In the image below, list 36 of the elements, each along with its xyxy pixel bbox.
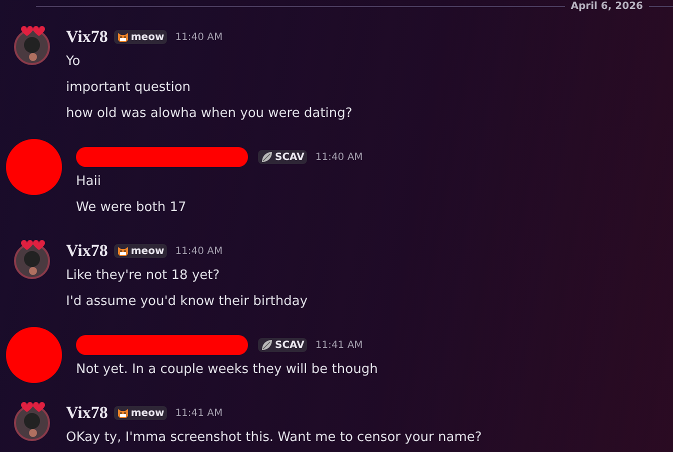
- avatar-icon[interactable]: [12, 239, 52, 279]
- server-tag[interactable]: SCAV: [258, 338, 308, 352]
- server-tag[interactable]: meow: [114, 406, 168, 420]
- cat-icon: [116, 245, 129, 257]
- message-text: We were both 17: [76, 199, 188, 217]
- tag-label: meow: [130, 408, 164, 418]
- message-text: I'd assume you'd know their birthday: [66, 293, 308, 311]
- date-divider: April 6, 2026: [570, 0, 644, 13]
- tag-label: SCAV: [275, 340, 304, 350]
- username[interactable]: Vix78: [66, 403, 108, 423]
- server-tag[interactable]: meow: [114, 244, 168, 258]
- server-tag[interactable]: meow: [114, 30, 168, 44]
- leaf-icon: [261, 151, 273, 163]
- server-tag[interactable]: SCAV: [258, 150, 308, 164]
- avatar-icon[interactable]: [12, 401, 52, 441]
- message-text: Not yet. In a couple weeks they will be though: [76, 361, 378, 379]
- tag-label: SCAV: [275, 152, 304, 162]
- timestamp: 11:41 AM: [175, 408, 223, 418]
- avatar-icon[interactable]: [12, 25, 52, 65]
- timestamp: 11:40 AM: [175, 32, 223, 42]
- message-text: important question: [66, 79, 192, 97]
- username[interactable]: Vix78: [66, 27, 108, 47]
- cat-icon: [116, 31, 129, 43]
- tag-label: meow: [130, 32, 164, 42]
- message-text: OKay ty, I'mma screenshot this. Want me to censor your name?: [66, 429, 482, 447]
- timestamp: 11:40 AM: [315, 152, 363, 162]
- leaf-icon: [261, 339, 273, 351]
- message-text: how old was alowha when you were dating?: [66, 105, 352, 123]
- username[interactable]: Vix78: [66, 241, 108, 261]
- cat-icon: [116, 407, 129, 419]
- message-text: Like they're not 18 yet?: [66, 267, 221, 285]
- timestamp: 11:41 AM: [315, 340, 363, 350]
- message-text: Haii: [76, 173, 102, 191]
- message-text: Yo: [66, 53, 82, 71]
- timestamp: 11:40 AM: [175, 246, 223, 256]
- tag-label: meow: [130, 246, 164, 256]
